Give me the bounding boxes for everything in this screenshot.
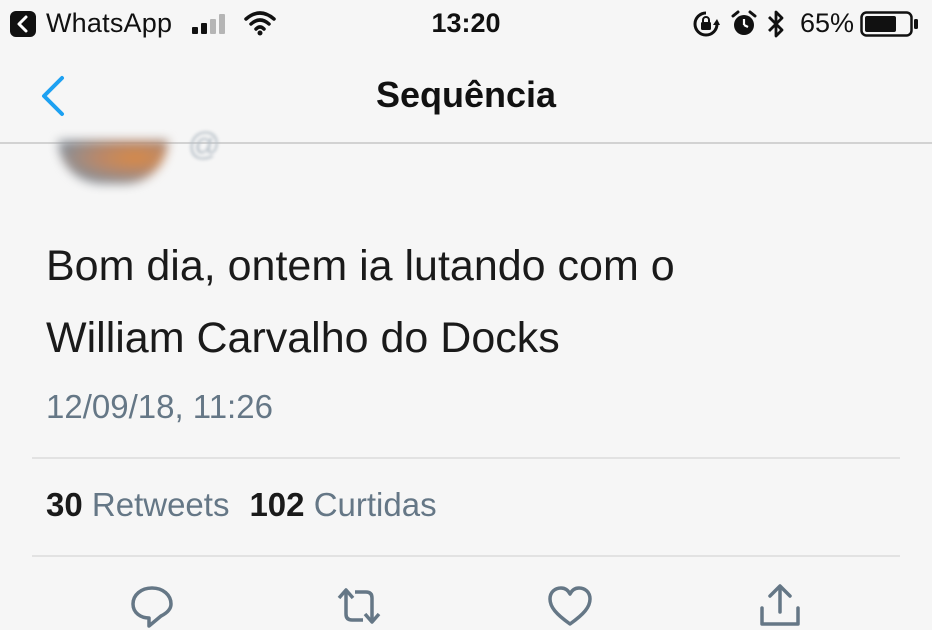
share-icon[interactable] [756,582,804,630]
likes-stat[interactable]: 102 Curtidas [249,486,436,523]
divider [32,555,900,557]
reply-icon[interactable] [128,582,176,630]
rotation-lock-icon [693,11,720,37]
bluetooth-icon [768,10,784,38]
blurred-username: @ [188,126,221,162]
tweet-text-line-2: William Carvalho do Docks [46,314,560,362]
retweets-label: Retweets [91,486,230,523]
page-title: Sequência [375,74,557,115]
tweet-timestamp: 12/09/18, 11:26 [46,388,273,425]
tweet-stats: 30 Retweets 102 Curtidas [46,486,437,524]
like-icon[interactable] [546,582,594,630]
retweet-icon[interactable] [335,582,383,630]
navigation-bar: Sequência [0,48,932,144]
tweet-text-line-1: Bom dia, ontem ia lutando com o [46,242,675,290]
retweets-count: 30 [46,486,83,523]
divider [32,457,900,459]
tweet-text: Bom dia, ontem ia lutando com o William … [46,230,886,374]
retweets-stat[interactable]: 30 Retweets [46,486,229,523]
status-time: 13:20 [431,8,501,38]
status-bar: WhatsApp 13:20 65% [0,0,932,48]
likes-label: Curtidas [313,486,437,523]
avatar[interactable] [58,140,168,184]
battery-percent: 65% [799,8,854,38]
alarm-icon [731,10,757,35]
battery-icon [860,11,918,37]
likes-count: 102 [249,486,305,523]
